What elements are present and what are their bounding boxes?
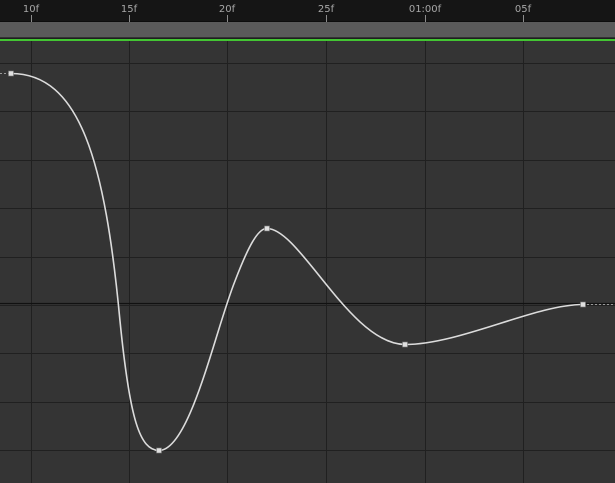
keyframe-handle[interactable] (8, 70, 14, 77)
ruler-tick-mark (129, 15, 130, 22)
ruler-tick-label: 05f (514, 4, 532, 15)
keyframe-handle[interactable] (156, 447, 162, 454)
keyframe-handle[interactable] (580, 301, 586, 308)
curve-layer[interactable] (0, 72, 615, 452)
ruler-tick-label: 10f (22, 4, 40, 15)
ruler-tick-mark (523, 15, 524, 22)
value-graph-curve[interactable] (10, 72, 584, 452)
work-area-bar[interactable] (0, 22, 615, 38)
ruler-tick-label: 01:00f (408, 4, 442, 15)
ruler-tick-label: 15f (120, 4, 138, 15)
keyframe-handle[interactable] (402, 341, 408, 348)
ruler-tick-mark (326, 15, 327, 22)
graph-canvas[interactable] (0, 41, 615, 483)
graph-svg[interactable] (0, 41, 615, 483)
graph-editor-panel: 10f 15f 20f 25f 01:00f 05f (0, 0, 615, 483)
keyframe-layer[interactable] (8, 70, 586, 454)
ruler-tick-mark (31, 15, 32, 22)
time-ruler[interactable]: 10f 15f 20f 25f 01:00f 05f (0, 0, 615, 22)
ruler-tick-mark (425, 15, 426, 22)
ruler-tick-label: 25f (317, 4, 335, 15)
keyframe-handle[interactable] (264, 225, 270, 232)
ruler-tick-mark (227, 15, 228, 22)
ruler-tick-label: 20f (218, 4, 236, 15)
